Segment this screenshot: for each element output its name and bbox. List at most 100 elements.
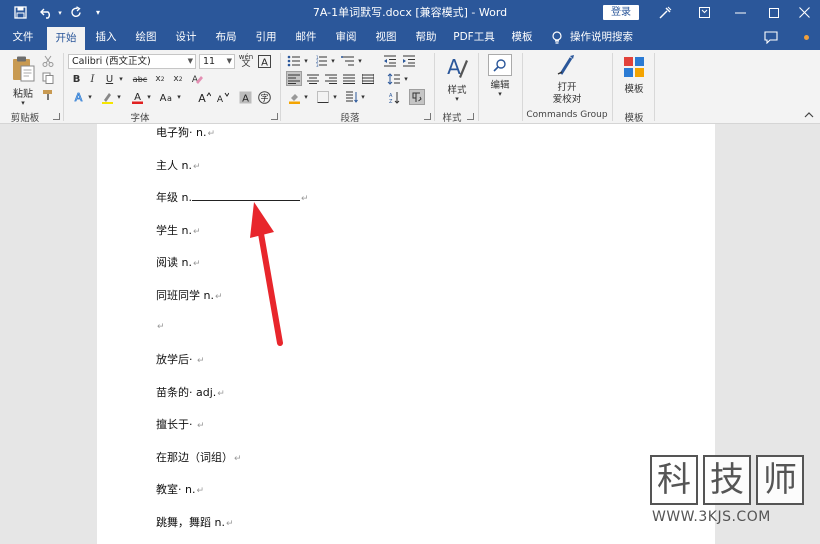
text-effects-icon[interactable]: A [70, 90, 86, 104]
tab-layout[interactable]: 布局 [211, 25, 241, 50]
bullets-icon[interactable] [286, 54, 302, 68]
format-painter-icon[interactable] [41, 88, 55, 102]
styles-button[interactable]: 样式 [441, 83, 473, 96]
align-left-icon[interactable] [286, 71, 302, 86]
clipboard-launcher-icon[interactable] [53, 113, 60, 120]
paragraph-line[interactable]: 阅读 n.↵ [156, 254, 201, 270]
justify-icon[interactable] [341, 71, 357, 86]
paste-dropdown-icon[interactable]: ▾ [8, 98, 38, 107]
styles-dropdown-icon[interactable]: ▾ [441, 95, 473, 103]
grow-font-icon[interactable]: A [196, 90, 212, 104]
highlight-color-icon[interactable] [99, 90, 115, 104]
paragraph-line[interactable]: 在那边（词组）↵ [156, 449, 242, 465]
maximize-icon[interactable] [756, 0, 792, 25]
copy-icon[interactable] [41, 71, 55, 85]
paragraph-launcher-icon[interactable] [424, 113, 431, 120]
tab-view[interactable]: 视图 [371, 25, 401, 50]
line-spacing-icon[interactable] [386, 71, 402, 86]
character-border-icon[interactable]: A [256, 53, 272, 69]
chinese-layout-icon[interactable] [343, 90, 359, 104]
strikethrough-icon[interactable]: abc [130, 72, 150, 86]
show-hide-marks-icon[interactable] [409, 89, 425, 105]
underline-dropdown-icon[interactable]: ▾ [117, 72, 125, 86]
borders-dropdown-icon[interactable]: ▾ [331, 90, 339, 104]
open-proofread-line2[interactable]: 爱校对 [540, 92, 594, 105]
shading-dropdown-icon[interactable]: ▾ [302, 90, 310, 104]
template-icon[interactable] [621, 54, 647, 80]
multilevel-dropdown-icon[interactable]: ▾ [356, 54, 364, 68]
comments-icon[interactable] [764, 31, 778, 45]
change-case-icon[interactable]: Aa [158, 90, 174, 104]
template-button[interactable]: 模板 [618, 82, 650, 95]
clear-formatting-icon[interactable]: A [189, 72, 205, 86]
paragraph-line[interactable]: 主人 n.↵ [156, 157, 201, 173]
tab-help[interactable]: 帮助 [411, 25, 441, 50]
chinese-layout-dropdown-icon[interactable]: ▾ [359, 90, 367, 104]
open-proofread-icon[interactable] [555, 53, 579, 77]
tab-file[interactable]: 文件 [8, 25, 38, 50]
tab-pdf-tools[interactable]: PDF工具 [451, 25, 497, 50]
highlight-dropdown-icon[interactable]: ▾ [115, 90, 123, 104]
tab-design[interactable]: 设计 [171, 25, 201, 50]
shrink-font-icon[interactable]: A [214, 90, 230, 104]
tab-home[interactable]: 开始 [47, 27, 85, 50]
italic-icon[interactable]: I [86, 72, 99, 86]
paragraph-line[interactable]: 苗条的· adj.↵ [156, 384, 225, 400]
font-name-dropdown-icon[interactable]: ▼ [188, 55, 193, 68]
login-button[interactable]: 登录 [603, 5, 639, 20]
ribbon-collapse-icon[interactable] [686, 0, 722, 25]
paragraph-line[interactable]: 同班同学 n.↵ [156, 287, 223, 303]
paragraph-line[interactable]: 电子狗· n.↵ [156, 124, 215, 140]
superscript-icon[interactable]: x2 [170, 72, 186, 86]
editing-button[interactable]: 编辑 [484, 78, 516, 91]
editing-dropdown-icon[interactable]: ▾ [484, 90, 516, 98]
line-spacing-dropdown-icon[interactable]: ▾ [402, 71, 410, 86]
subscript-icon[interactable]: x2 [152, 72, 168, 86]
ribbon-display-options-icon[interactable] [655, 0, 675, 25]
minimize-icon[interactable] [722, 0, 758, 25]
paragraph-line[interactable]: 跳舞，舞蹈 n.↵ [156, 514, 234, 530]
underline-icon[interactable]: U [103, 72, 116, 86]
styles-icon[interactable]: A [442, 54, 472, 82]
phonetic-guide-icon[interactable]: wén 文 [238, 53, 254, 69]
close-icon[interactable] [788, 0, 820, 25]
shading-icon[interactable] [286, 90, 302, 104]
tab-review[interactable]: 审阅 [331, 25, 361, 50]
borders-icon[interactable] [315, 90, 331, 104]
enclose-characters-icon[interactable]: 字 [256, 90, 272, 104]
multilevel-list-icon[interactable] [340, 54, 356, 68]
increase-indent-icon[interactable] [401, 54, 417, 68]
font-size-dropdown-icon[interactable]: ▼ [227, 55, 232, 68]
font-size-combo[interactable]: 11 ▼ [199, 54, 235, 69]
paragraph-line[interactable]: 教室· n.↵ [156, 481, 204, 497]
change-case-dropdown-icon[interactable]: ▾ [175, 90, 183, 104]
font-color-icon[interactable]: A [129, 90, 145, 104]
styles-launcher-icon[interactable] [467, 113, 474, 120]
tab-insert[interactable]: 插入 [91, 25, 121, 50]
font-name-combo[interactable]: Calibri (西文正文) ▼ [68, 54, 196, 69]
tell-me-search[interactable]: 操作说明搜索 [570, 25, 634, 50]
tab-references[interactable]: 引用 [251, 25, 281, 50]
cut-icon[interactable] [41, 54, 55, 68]
distributed-icon[interactable] [360, 71, 376, 86]
align-center-icon[interactable] [305, 71, 321, 86]
font-color-dropdown-icon[interactable]: ▾ [145, 90, 153, 104]
paragraph-line[interactable]: 擅长于· ↵ [156, 416, 205, 432]
tab-mailings[interactable]: 邮件 [291, 25, 321, 50]
bullets-dropdown-icon[interactable]: ▾ [302, 54, 310, 68]
tab-template[interactable]: 模板 [507, 25, 537, 50]
font-launcher-icon[interactable] [271, 113, 278, 120]
paragraph-line[interactable]: ↵ [156, 319, 165, 332]
find-icon[interactable] [488, 54, 512, 76]
sort-icon[interactable]: AZ [386, 90, 402, 104]
collapse-ribbon-icon[interactable] [802, 108, 816, 120]
paragraph-line[interactable]: 学生 n.↵ [156, 222, 201, 238]
paragraph-line[interactable]: 放学后· ↵ [156, 351, 205, 367]
paste-icon[interactable] [8, 54, 38, 84]
text-effects-dropdown-icon[interactable]: ▾ [86, 90, 94, 104]
character-shading-icon[interactable]: A [237, 90, 253, 104]
numbering-icon[interactable]: 123 [313, 54, 329, 68]
decrease-indent-icon[interactable] [382, 54, 398, 68]
align-right-icon[interactable] [323, 71, 339, 86]
numbering-dropdown-icon[interactable]: ▾ [329, 54, 337, 68]
